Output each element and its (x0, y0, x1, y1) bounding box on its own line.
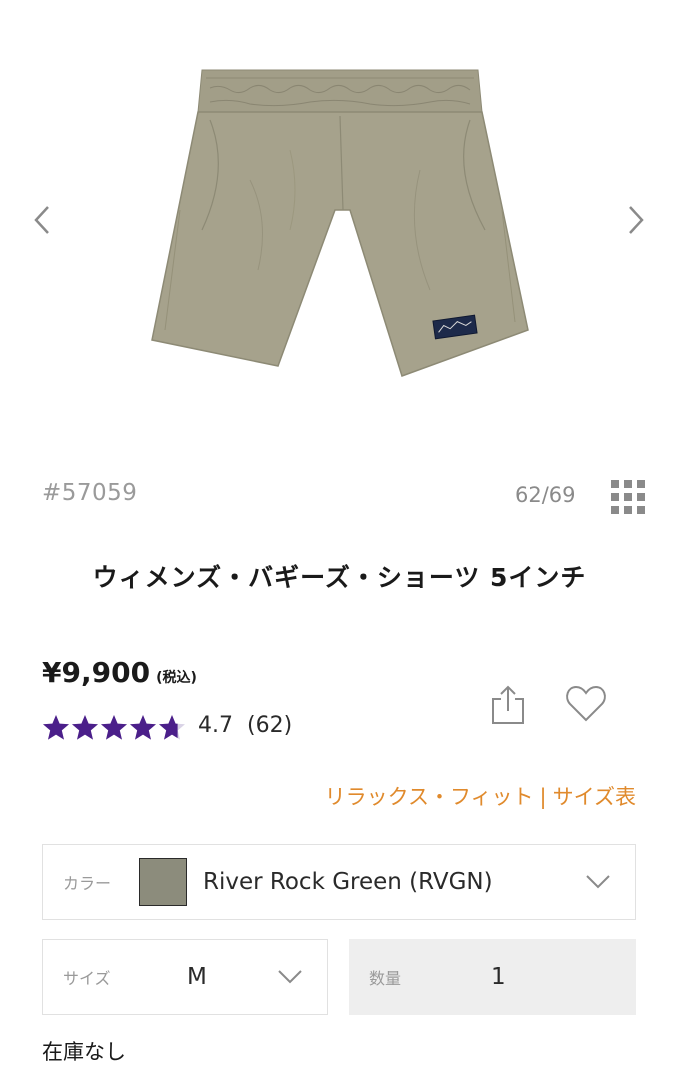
product-image-carousel (0, 0, 679, 450)
quantity-value: 1 (491, 964, 506, 990)
star-icon (130, 715, 156, 740)
stock-status: 在庫なし (42, 1040, 126, 1064)
quantity-label: 数量 (369, 969, 402, 988)
product-price: ¥9,900 (税込) (42, 656, 197, 689)
grid-icon[interactable] (611, 480, 645, 514)
size-select[interactable]: サイズ M (42, 939, 328, 1015)
color-swatch (139, 858, 187, 906)
chevron-down-icon (586, 875, 610, 889)
chevron-right-icon (629, 206, 644, 234)
heart-icon[interactable] (564, 684, 608, 724)
star-icon (159, 715, 185, 740)
star-icon (72, 715, 98, 740)
size-chart-link[interactable]: サイズ表 (553, 785, 636, 809)
image-counter: 62/69 (515, 483, 576, 507)
next-image-button[interactable] (616, 190, 656, 250)
product-sku: #57059 (42, 480, 138, 506)
size-value: M (187, 964, 207, 990)
share-icon[interactable] (488, 683, 528, 727)
rating-value: 4.7 (198, 713, 233, 738)
rating-summary[interactable]: 4.7 (62) (198, 713, 292, 738)
color-select[interactable]: カラー River Rock Green (RVGN) (42, 844, 636, 920)
chevron-down-icon (278, 970, 302, 984)
size-label: サイズ (63, 969, 111, 988)
fit-links: リラックス・フィット | サイズ表 (0, 781, 636, 811)
price-value: ¥9,900 (42, 656, 151, 689)
review-count: (62) (247, 713, 293, 738)
star-icon (101, 715, 127, 740)
fit-link[interactable]: リラックス・フィット (325, 785, 534, 809)
color-value: River Rock Green (RVGN) (203, 869, 493, 895)
product-title: ウィメンズ・バギーズ・ショーツ 5インチ (92, 563, 587, 592)
quantity-field[interactable]: 数量 1 (349, 939, 636, 1015)
rating-stars[interactable] (42, 714, 186, 741)
link-separator: | (539, 785, 547, 809)
product-image (151, 69, 529, 377)
previous-image-button[interactable] (22, 190, 62, 250)
chevron-left-icon (34, 206, 49, 234)
color-label: カラー (63, 874, 112, 893)
tax-note: (税込) (156, 670, 197, 686)
star-icon (43, 715, 69, 740)
